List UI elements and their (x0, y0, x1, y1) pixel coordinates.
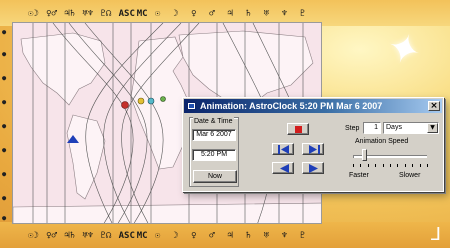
speed-slider-thumb[interactable] (362, 149, 368, 161)
planet-glyph-label: ☽ (173, 231, 179, 241)
planet-glyph-label: ♅♆ (82, 231, 94, 241)
slider-tick (427, 164, 428, 167)
latitude-labels: ● ● ● ● ● ● ● ● ● (2, 28, 7, 222)
planet-glyph-label: ♄ (245, 231, 251, 241)
slider-tick (360, 164, 362, 167)
planet-glyph-label: ♇☊ (100, 9, 112, 19)
planet-glyph-label: MC (136, 231, 148, 241)
stop-icon (295, 126, 302, 133)
play-back-icon (280, 164, 289, 173)
antarctica-shape (13, 202, 321, 223)
planet-glyph-label: ♀ (191, 9, 197, 19)
play-forward-button[interactable] (302, 162, 324, 174)
planet-glyph-label: ♇☊ (100, 231, 112, 241)
skip-back-button[interactable] (272, 143, 294, 155)
planet-glyph-label: ☽ (173, 9, 179, 19)
stop-button[interactable] (287, 123, 309, 135)
slider-tick (375, 164, 377, 167)
planet-glyph-label: ♃♄ (64, 231, 76, 241)
step-label: Step (345, 125, 360, 132)
planet-marker-green (160, 96, 166, 102)
slider-tick (382, 164, 384, 167)
planet-glyph-label: ☉☽ (28, 231, 39, 241)
planet-glyph-label: ASC (118, 231, 135, 241)
planet-glyph-label: ☉ (154, 9, 161, 19)
planet-glyph-label: ☉☽ (28, 9, 39, 19)
planet-glyph-label: ♂ (209, 231, 215, 241)
planet-glyph-label: ♅ (263, 231, 270, 241)
animation-speed-label: Animation Speed (355, 138, 409, 145)
app-window-icon (187, 102, 196, 110)
planet-glyph-label: ♀♂ (46, 231, 57, 241)
close-button[interactable]: × (428, 101, 440, 111)
slider-tick (404, 164, 406, 167)
dialog-title: Animation: AstroClock 5:20 PM Mar 6 2007 (200, 101, 383, 111)
planet-glyph-label: ♇ (299, 231, 306, 241)
skip-forward-button[interactable] (302, 143, 324, 155)
animation-dialog: Animation: AstroClock 5:20 PM Mar 6 2007… (182, 97, 444, 192)
step-unit-value: Days (386, 124, 402, 131)
now-button[interactable]: Now (193, 170, 237, 183)
skip-back-icon (278, 145, 289, 154)
slider-tick (412, 164, 414, 167)
slider-tick (353, 164, 354, 167)
slower-label: Slower (399, 172, 421, 179)
date-field[interactable]: Mar 6 2007 (192, 129, 236, 141)
dialog-titlebar[interactable]: Animation: AstroClock 5:20 PM Mar 6 2007… (184, 99, 442, 113)
faster-label: Faster (349, 172, 369, 179)
chevron-down-icon[interactable]: ▼ (427, 123, 438, 133)
speed-slider-ticks (353, 164, 429, 168)
step-unit-select[interactable]: Days ▼ (383, 122, 439, 134)
slider-tick (367, 164, 369, 167)
planet-marker-red (121, 101, 129, 109)
date-time-group: Date & Time Mar 6 2007 5:20 PM Now (189, 117, 239, 187)
planet-glyph-label: MC (136, 9, 148, 19)
planet-glyph-label: ♃ (227, 9, 233, 19)
planet-glyph-label: ♄ (245, 9, 251, 19)
date-time-legend: Date & Time (193, 117, 234, 127)
planet-glyph-label: ♃ (227, 231, 233, 241)
planet-marker-yellow (137, 97, 145, 105)
planet-glyph-label: ♆ (281, 9, 288, 19)
planet-glyph-label: ♇ (299, 9, 306, 19)
planet-glyph-label: ♅ (263, 9, 270, 19)
planet-marker-cyan (147, 97, 155, 105)
sparkle-icon: ✦ (381, 23, 427, 77)
planet-glyph-label: ☉ (154, 231, 161, 241)
step-input[interactable]: 1 (363, 122, 381, 134)
planet-glyph-label: ♅♆ (82, 9, 94, 19)
slider-tick (397, 164, 399, 167)
play-forward-icon (309, 164, 318, 173)
top-planet-labels: ☉☽ ♀♂ ♃♄ ♅♆ ♇☊ ASC MC ☉ ☽ ♀ ♂ ♃ ♄ ♅ ♆ ♇ (0, 8, 450, 20)
planet-glyph-label: ♃♄ (64, 9, 76, 19)
time-field[interactable]: 5:20 PM (192, 149, 236, 161)
slider-tick (390, 164, 391, 167)
bottom-planet-labels: ☉☽ ♀♂ ♃♄ ♅♆ ♇☊ ASC MC ☉ ☽ ♀ ♂ ♃ ♄ ♅ ♆ ♇ (0, 230, 450, 242)
skip-forward-icon (309, 145, 320, 154)
planet-glyph-label: ♆ (281, 231, 288, 241)
planet-glyph-label: ♂ (209, 9, 215, 19)
slider-tick (419, 164, 421, 167)
planet-glyph-label: ♀ (191, 231, 197, 241)
play-back-button[interactable] (272, 162, 294, 174)
planet-glyph-label: ♀♂ (46, 9, 57, 19)
planet-glyph-label: ASC (118, 9, 135, 19)
